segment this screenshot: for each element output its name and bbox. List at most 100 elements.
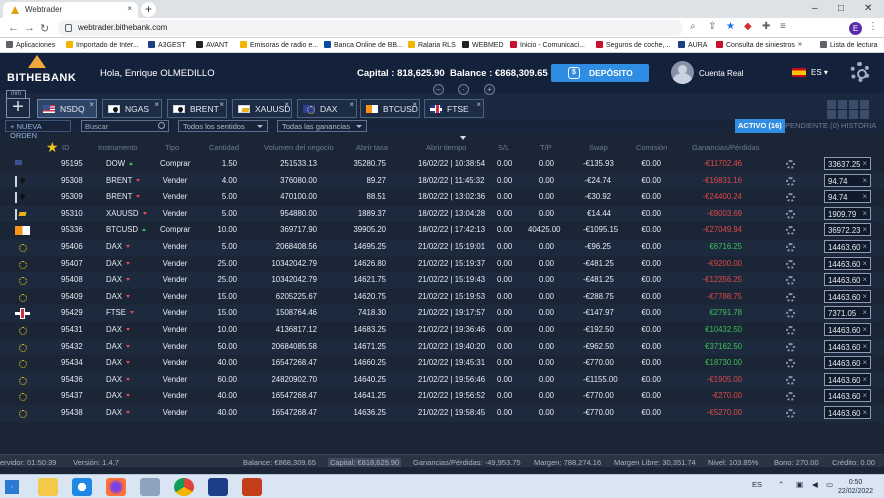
- more-bookmarks-icon[interactable]: »: [798, 41, 802, 48]
- share-icon[interactable]: ⇪: [708, 21, 716, 32]
- close-position-icon[interactable]: ×: [862, 242, 867, 251]
- spain-flag-icon[interactable]: [792, 68, 806, 77]
- row-settings-gear-icon[interactable]: [786, 309, 795, 319]
- layout-grid-icon[interactable]: [827, 100, 873, 119]
- maximize-icon[interactable]: □: [838, 3, 844, 14]
- bookmark-item[interactable]: Banca Online de BB...: [324, 41, 403, 49]
- current-price-field[interactable]: 1909.79 ×: [824, 206, 871, 220]
- close-position-icon[interactable]: ×: [862, 325, 867, 334]
- input-language[interactable]: ES: [752, 480, 762, 489]
- col-header-type[interactable]: Tipo: [165, 143, 179, 152]
- table-row[interactable]: 95408 DAX Vender 25.00 10342042.79 14621.75 21…: [0, 272, 884, 289]
- extension-red-icon[interactable]: ◆: [744, 21, 752, 32]
- close-position-icon[interactable]: ×: [862, 192, 867, 201]
- settings-gear-icon[interactable]: [850, 62, 870, 82]
- chart-control-minus-icon[interactable]: –: [433, 84, 444, 95]
- close-icon[interactable]: ×: [476, 100, 481, 109]
- table-row[interactable]: 95438 DAX Vender 40.00 16547268.47 14636.25 21…: [0, 405, 884, 422]
- close-position-icon[interactable]: ×: [862, 308, 867, 317]
- close-tab-icon[interactable]: ×: [127, 4, 132, 13]
- close-icon[interactable]: ×: [412, 100, 417, 109]
- browser-tab[interactable]: Webtrader ×: [3, 2, 138, 18]
- internet-explorer-icon[interactable]: [72, 478, 92, 496]
- tab-instrument-brent[interactable]: BRENT ×: [167, 99, 227, 118]
- current-price-field[interactable]: 94.74 ×: [824, 173, 871, 187]
- close-icon[interactable]: ×: [89, 100, 94, 109]
- reload-icon[interactable]: ↻: [40, 22, 49, 35]
- current-price-field[interactable]: 14463.60 ×: [824, 406, 871, 419]
- row-settings-gear-icon[interactable]: [786, 342, 795, 352]
- row-settings-gear-icon[interactable]: [786, 292, 795, 302]
- back-icon[interactable]: ←: [8, 22, 19, 34]
- table-row[interactable]: 95407 DAX Vender 25.00 10342042.79 14626.80 21…: [0, 256, 884, 273]
- row-settings-gear-icon[interactable]: [786, 193, 795, 203]
- chart-control-circle-icon[interactable]: ·: [458, 84, 469, 95]
- system-clock[interactable]: 0:50 22/02/2022: [838, 478, 873, 496]
- language-selector[interactable]: ES ▾: [811, 68, 828, 77]
- table-row[interactable]: 95308 BRENT Vender 4.00 376080.00 89.27 18/02/…: [0, 172, 884, 190]
- row-settings-gear-icon[interactable]: [786, 392, 795, 402]
- current-price-field[interactable]: 14463.60 ×: [824, 372, 871, 386]
- table-row[interactable]: 95432 DAX Vender 50.00 20684085.58 14671.25 21…: [0, 338, 884, 356]
- col-header-id[interactable]: ID: [62, 143, 70, 152]
- close-position-icon[interactable]: ×: [862, 375, 867, 384]
- gains-filter-select[interactable]: Todas las ganancias: [277, 120, 367, 132]
- table-row[interactable]: 95310 XAUUSD Vender 5.00 954880.00 1889.37 18/…: [0, 205, 884, 223]
- network-icon[interactable]: ▣: [796, 480, 803, 489]
- search-input[interactable]: Buscar: [81, 120, 169, 132]
- tab-instrument-ftse[interactable]: FTSE ×: [424, 99, 484, 118]
- bookmark-item[interactable]: Ralaria RLS: [408, 41, 456, 49]
- close-icon[interactable]: ×: [349, 100, 354, 109]
- row-settings-gear-icon[interactable]: [786, 409, 795, 418]
- close-position-icon[interactable]: ×: [862, 176, 867, 185]
- bookmark-item[interactable]: Emisoras de radio e...: [240, 41, 318, 49]
- bookmark-item[interactable]: Inicio - Comunicaci...: [510, 41, 585, 49]
- bookmark-item[interactable]: Seguros de coche,...: [596, 41, 670, 49]
- add-instrument-button[interactable]: +: [6, 97, 30, 118]
- bookmark-item[interactable]: AURA: [678, 41, 707, 49]
- file-explorer-icon[interactable]: [38, 478, 58, 496]
- row-settings-gear-icon[interactable]: [786, 243, 795, 252]
- notifications-icon[interactable]: ▭: [826, 480, 833, 489]
- tab-pending[interactable]: PENDIENTE (0): [782, 119, 842, 133]
- table-row[interactable]: 95309 BRENT Vender 5.00 470100.00 88.51 18/02/…: [0, 189, 884, 206]
- row-settings-gear-icon[interactable]: [786, 375, 795, 385]
- zoom-icon[interactable]: ⌕: [690, 21, 696, 32]
- tab-instrument-nsdq[interactable]: NSDQ ×: [37, 99, 97, 118]
- bookmark-item[interactable]: Importado de Inter...: [66, 41, 139, 49]
- bookmark-item[interactable]: AVANT: [196, 41, 228, 49]
- table-row[interactable]: 95336 BTCUSD Comprar 10.00 369717.90 39905.20…: [0, 222, 884, 239]
- col-header-commission[interactable]: Comisión: [636, 143, 667, 152]
- close-position-icon[interactable]: ×: [862, 391, 867, 400]
- chart-control-plus-icon[interactable]: +: [484, 84, 495, 95]
- current-price-field[interactable]: 94.74 ×: [824, 190, 871, 204]
- tab-search-icon[interactable]: ≡: [780, 21, 786, 32]
- new-tab-button[interactable]: +: [141, 2, 156, 17]
- row-settings-gear-icon[interactable]: [786, 176, 795, 186]
- bookmark-item[interactable]: Aplicaciones: [6, 41, 55, 49]
- firefox-icon[interactable]: [106, 478, 126, 496]
- current-price-field[interactable]: 14463.60 ×: [824, 273, 871, 287]
- current-price-field[interactable]: 14463.60 ×: [824, 256, 871, 270]
- table-row[interactable]: 95429 FTSE Vender 15.00 1508764.46 7418.30 21/…: [0, 305, 884, 322]
- col-header-open-rate[interactable]: Abrir tasa: [356, 143, 388, 152]
- bookmark-star-icon[interactable]: ★: [726, 21, 735, 32]
- chrome-icon[interactable]: [174, 478, 194, 496]
- current-price-field[interactable]: 14463.60 ×: [824, 323, 871, 336]
- bookmark-item[interactable]: A3GEST: [148, 41, 186, 49]
- row-settings-gear-icon[interactable]: [786, 226, 795, 236]
- table-row[interactable]: 95195 DOW Comprar 1.50 251533.13 35280.75 16/0…: [0, 156, 884, 173]
- tab-instrument-xauusd[interactable]: XAUUSD ×: [232, 99, 292, 118]
- close-position-icon[interactable]: ×: [862, 292, 867, 301]
- close-position-icon[interactable]: ×: [862, 408, 867, 417]
- current-price-field[interactable]: 7371.05 ×: [824, 306, 871, 320]
- row-settings-gear-icon[interactable]: [786, 259, 795, 269]
- app-blue-icon[interactable]: [208, 478, 228, 496]
- current-price-field[interactable]: 36972.23 ×: [824, 223, 871, 237]
- tab-active[interactable]: ACTIVO (16): [735, 119, 785, 133]
- new-order-button[interactable]: + NUEVA ORDEN: [5, 120, 71, 140]
- tab-instrument-dax[interactable]: DAX ×: [297, 99, 357, 118]
- col-header-tp[interactable]: T/P: [540, 143, 552, 152]
- tray-arrow-icon[interactable]: ⌃: [778, 480, 784, 489]
- col-header-sl[interactable]: S/L: [498, 143, 509, 152]
